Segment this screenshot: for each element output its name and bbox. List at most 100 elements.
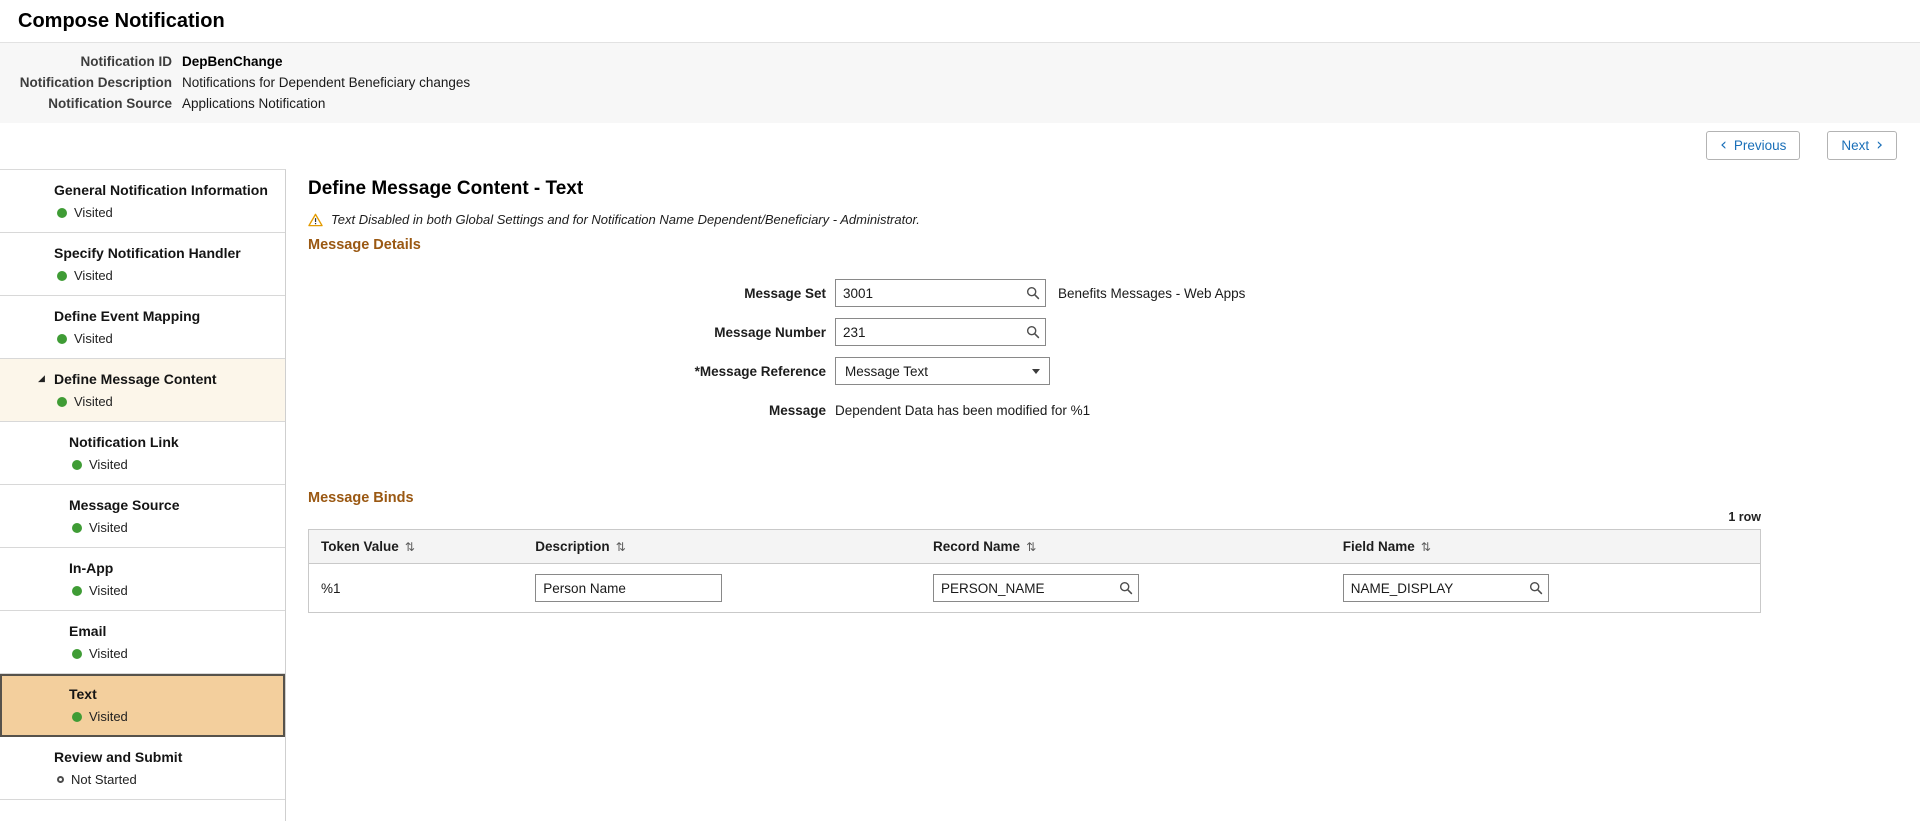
sidebar-item-in-app[interactable]: In-App Visited <box>0 548 285 611</box>
sidebar-item-notification-link[interactable]: Notification Link Visited <box>0 422 285 485</box>
warning-message: Text Disabled in both Global Settings an… <box>308 212 1896 227</box>
activity-guide-sidebar: General Notification Information Visited… <box>0 169 286 821</box>
message-label: Message <box>768 402 826 418</box>
message-set-row: Message Set Benefits Messages - Web Apps <box>308 279 1896 307</box>
info-row-notification-source: Notification Source Applications Notific… <box>0 93 1920 114</box>
expanded-triangle-icon[interactable]: ◢ <box>38 374 45 384</box>
chevron-right-icon: › <box>1876 135 1883 155</box>
record-name-lookup-icon[interactable] <box>1119 581 1133 595</box>
status-label: Visited <box>89 583 128 598</box>
sidebar-item-specify-notification-handler[interactable]: Specify Notification Handler Visited <box>0 233 285 296</box>
main-panel: Define Message Content - Text Text Disab… <box>286 169 1920 821</box>
message-details-heading: Message Details <box>308 237 421 253</box>
message-value: Dependent Data has been modified for %1 <box>835 402 1091 418</box>
field-name-lookup-icon[interactable] <box>1529 581 1543 595</box>
table-row: %1 <box>309 564 1761 613</box>
message-row: Message Dependent Data has been modified… <box>308 396 1896 424</box>
select-caret-icon <box>1032 368 1040 374</box>
sidebar-item-define-message-content[interactable]: ◢ Define Message Content Visited <box>0 359 285 422</box>
visited-dot-icon <box>57 270 67 281</box>
sidebar-item-review-and-submit[interactable]: Review and Submit Not Started <box>0 737 285 800</box>
notification-source-label: Notification Source <box>48 96 172 111</box>
message-number-row: Message Number <box>308 318 1896 346</box>
message-reference-label: *Message Reference <box>694 363 826 379</box>
content-area: General Notification Information Visited… <box>0 169 1920 821</box>
message-binds-section: Message Binds 1 row Token Value ⇅ Descrip… <box>308 490 1761 613</box>
message-number-field <box>835 318 1046 346</box>
message-set-input[interactable] <box>843 280 1026 306</box>
message-set-lookup-icon[interactable] <box>1026 286 1040 300</box>
status-label: Visited <box>89 646 128 661</box>
record-name-input[interactable] <box>941 575 1120 601</box>
column-header-record-name[interactable]: Record Name ⇅ <box>921 529 1331 564</box>
row-count: 1 row <box>1728 510 1761 524</box>
previous-button[interactable]: ‹ Previous <box>1706 131 1801 160</box>
next-button-label: Next <box>1841 138 1870 153</box>
page-header: Compose Notification <box>0 0 1920 42</box>
visited-dot-icon <box>72 585 82 596</box>
wizard-nav-row: ‹ Previous Next › <box>0 123 1920 169</box>
table-header-row: Token Value ⇅ Description ⇅ Record Name ⇅ F… <box>308 529 1761 564</box>
column-header-field-name[interactable]: Field Name ⇅ <box>1330 529 1761 564</box>
message-number-input[interactable] <box>843 319 1026 345</box>
status-label: Visited <box>74 268 113 283</box>
visited-dot-icon <box>57 396 67 407</box>
chevron-left-icon: ‹ <box>1720 135 1727 155</box>
previous-button-label: Previous <box>1733 138 1787 153</box>
sort-icon[interactable]: ⇅ <box>616 540 626 554</box>
not-started-dot-icon <box>57 776 64 783</box>
status-label: Not Started <box>71 772 137 787</box>
visited-dot-icon <box>72 711 82 722</box>
field-name-input[interactable] <box>1350 575 1529 601</box>
message-number-lookup-icon[interactable] <box>1026 325 1040 339</box>
message-set-description: Benefits Messages - Web Apps <box>1058 285 1246 301</box>
sidebar-item-general-notification-information[interactable]: General Notification Information Visited <box>0 170 285 233</box>
status-label: Visited <box>89 520 128 535</box>
notification-info-band: Notification ID DepBenChange Notificatio… <box>0 42 1920 123</box>
sidebar-item-define-event-mapping[interactable]: Define Event Mapping Visited <box>0 296 285 359</box>
description-cell <box>523 564 921 613</box>
page-title: Compose Notification <box>18 10 225 32</box>
notification-source-value: Applications Notification <box>182 96 326 111</box>
message-set-field <box>835 279 1046 307</box>
column-header-description[interactable]: Description ⇅ <box>523 529 922 564</box>
description-input[interactable] <box>535 574 723 602</box>
message-number-label: Message Number <box>714 324 826 340</box>
message-binds-table: Token Value ⇅ Description ⇅ Record Name ⇅ F… <box>308 529 1761 613</box>
sidebar-item-text[interactable]: Text Visited <box>0 674 285 737</box>
field-name-cell <box>1331 564 1761 613</box>
record-name-cell <box>921 564 1331 613</box>
status-label: Visited <box>74 394 113 409</box>
message-details-form: Message Set Benefits Messages - Web Apps… <box>308 279 1896 424</box>
sort-icon[interactable]: ⇅ <box>1026 540 1036 554</box>
notification-id-label: Notification ID <box>80 54 173 69</box>
notification-description-label: Notification Description <box>19 75 172 90</box>
status-label: Visited <box>89 709 128 724</box>
status-label: Visited <box>89 457 128 472</box>
sort-icon[interactable]: ⇅ <box>1421 540 1431 554</box>
visited-dot-icon <box>72 648 82 659</box>
sort-icon[interactable]: ⇅ <box>405 540 415 554</box>
visited-dot-icon <box>57 333 67 344</box>
sidebar-item-message-source[interactable]: Message Source Visited <box>0 485 285 548</box>
sidebar-item-email[interactable]: Email Visited <box>0 611 285 674</box>
message-reference-select[interactable]: Message Text <box>835 357 1050 385</box>
info-row-notification-description: Notification Description Notifications f… <box>0 72 1920 93</box>
visited-dot-icon <box>57 207 67 218</box>
message-set-label: Message Set <box>744 285 826 301</box>
notification-id-value: DepBenChange <box>182 54 283 69</box>
status-label: Visited <box>74 205 113 220</box>
message-reference-selected-value: Message Text <box>845 363 929 379</box>
message-reference-row: *Message Reference Message Text <box>308 357 1896 385</box>
info-row-notification-id: Notification ID DepBenChange <box>0 51 1920 72</box>
visited-dot-icon <box>72 522 82 533</box>
message-binds-heading: Message Binds <box>308 490 414 506</box>
warning-icon <box>308 213 323 226</box>
warning-text: Text Disabled in both Global Settings an… <box>331 212 920 227</box>
next-button[interactable]: Next › <box>1827 131 1897 160</box>
token-value-cell: %1 <box>321 580 341 596</box>
notification-description-value: Notifications for Dependent Beneficiary … <box>182 75 471 90</box>
column-header-token-value[interactable]: Token Value ⇅ <box>308 529 524 564</box>
main-title: Define Message Content - Text <box>308 178 584 199</box>
visited-dot-icon <box>72 459 82 470</box>
